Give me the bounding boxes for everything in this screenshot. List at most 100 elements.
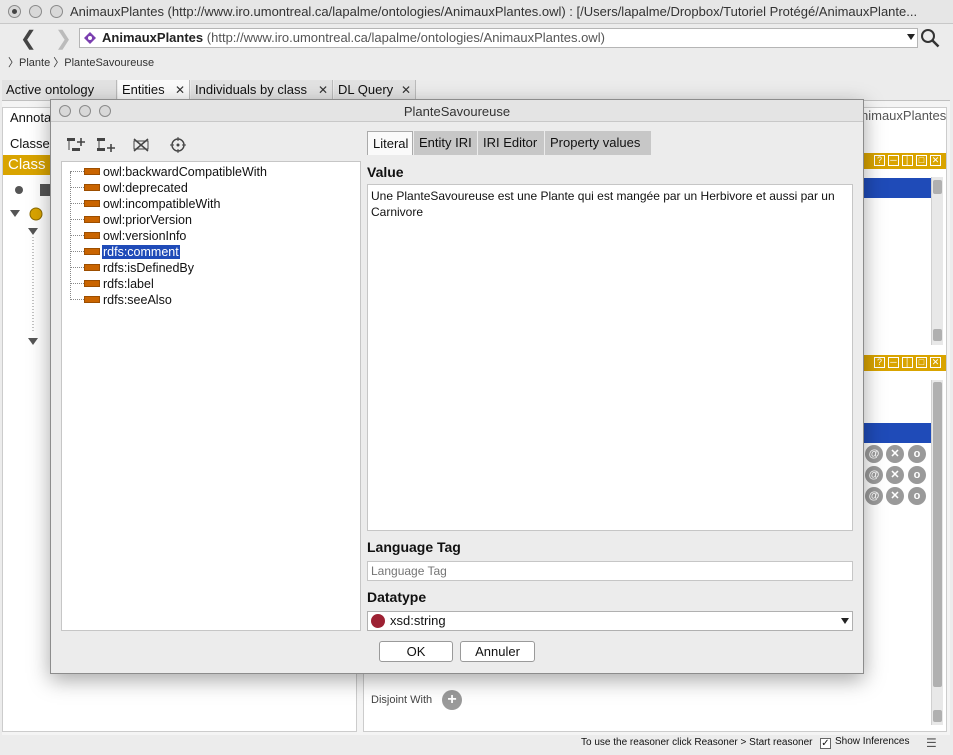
class-tree-fragment	[10, 207, 43, 345]
dialog-title: PlanteSavoureuse	[403, 104, 511, 119]
class-panel-header: Class	[3, 155, 53, 175]
float-icon[interactable]: □	[916, 155, 927, 166]
add-sibling-property-icon[interactable]	[95, 136, 117, 154]
tab-iri-editor[interactable]: IRI Editor	[478, 131, 544, 155]
tab-label: DL Query	[338, 82, 394, 97]
annotation-property-icon	[84, 280, 100, 287]
chevron-down-icon[interactable]	[841, 618, 849, 624]
annotation-property-icon	[84, 216, 100, 223]
property-label: owl:versionInfo	[103, 229, 187, 243]
target-icon[interactable]	[167, 136, 189, 154]
window-zoom-button[interactable]	[50, 5, 63, 18]
help-icon[interactable]: ?	[874, 357, 885, 368]
help-icon[interactable]: ?	[874, 155, 885, 166]
property-item-seealso[interactable]: rdfs:seeAlso	[70, 292, 173, 308]
annotations-tab-label[interactable]: Annota	[10, 110, 51, 125]
close-icon[interactable]: ✕	[930, 357, 941, 368]
split-horizontal-icon[interactable]: ─	[888, 155, 899, 166]
address-dropdown-icon[interactable]	[907, 34, 915, 40]
annotation-property-icon	[84, 264, 100, 271]
close-icon[interactable]: ✕	[318, 80, 328, 100]
tab-property-values[interactable]: Property values	[545, 131, 651, 155]
edit-icon[interactable]: o	[908, 487, 926, 505]
delete-icon[interactable]: ✕	[886, 445, 904, 463]
ontology-name-label: nimauxPlantes	[861, 108, 947, 123]
window-minimize-button[interactable]	[29, 5, 42, 18]
value-textarea[interactable]: Une PlanteSavoureuse est une Plante qui …	[367, 184, 853, 531]
language-tag-input[interactable]	[367, 561, 853, 581]
annotation-property-icon	[84, 232, 100, 239]
annotations-scrollbar[interactable]	[931, 177, 943, 345]
annotate-icon[interactable]: @	[865, 445, 883, 463]
property-item-deprecated[interactable]: owl:deprecated	[70, 180, 189, 196]
add-disjoint-icon[interactable]: +	[442, 690, 462, 710]
tab-dl-query[interactable]: DL Query ✕	[334, 80, 416, 100]
close-icon[interactable]: ✕	[401, 80, 411, 100]
property-label: rdfs:label	[103, 277, 154, 291]
annotation-property-icon	[84, 200, 100, 207]
property-item-incompatiblewith[interactable]: owl:incompatibleWith	[70, 196, 221, 212]
tab-literal[interactable]: Literal	[367, 131, 413, 155]
breadcrumb-separator-icon: 〉	[8, 57, 19, 69]
tab-active-ontology[interactable]: Active ontology	[2, 80, 117, 100]
disjoint-with-label: Disjoint With	[371, 694, 433, 706]
property-item-comment[interactable]: rdfs:comment	[70, 244, 181, 260]
ok-button[interactable]: OK	[379, 641, 453, 662]
property-label: owl:deprecated	[103, 181, 188, 195]
classes-tab-label[interactable]: Classe	[10, 136, 50, 151]
breadcrumb-item-plantesavoureuse[interactable]: PlanteSavoureuse	[64, 57, 154, 69]
property-item-versioninfo[interactable]: owl:versionInfo	[70, 228, 187, 244]
property-item-label[interactable]: rdfs:label	[70, 276, 155, 292]
float-icon[interactable]: □	[916, 357, 927, 368]
hierarchy-toolbar-icons	[15, 184, 50, 196]
split-vertical-icon[interactable]: │	[902, 155, 913, 166]
address-entity-name: AnimauxPlantes	[102, 30, 204, 45]
tab-label: Entities	[122, 82, 165, 97]
tab-individuals-by-class[interactable]: Individuals by class ✕	[191, 80, 333, 100]
forward-arrow-icon[interactable]: ❯	[55, 26, 72, 51]
edit-icon[interactable]: o	[908, 466, 926, 484]
breadcrumb-item-plante[interactable]: Plante	[19, 57, 50, 69]
window-close-button[interactable]	[8, 5, 21, 18]
property-label: owl:backwardCompatibleWith	[103, 165, 267, 179]
edit-icon[interactable]: o	[908, 445, 926, 463]
window-title: AnimauxPlantes (http://www.iro.umontreal…	[70, 4, 918, 19]
add-subproperty-icon[interactable]	[65, 136, 87, 154]
annotate-icon[interactable]: @	[865, 466, 883, 484]
annotation-property-icon	[84, 168, 100, 175]
back-arrow-icon[interactable]: ❮	[20, 26, 37, 51]
property-item-isdefinedby[interactable]: rdfs:isDefinedBy	[70, 260, 195, 276]
cancel-button[interactable]: Annuler	[460, 641, 535, 662]
delete-icon[interactable]: ✕	[886, 487, 904, 505]
property-label: owl:priorVersion	[103, 213, 192, 227]
tab-entity-iri[interactable]: Entity IRI	[414, 131, 477, 155]
close-icon[interactable]: ✕	[175, 80, 185, 100]
property-label: rdfs:isDefinedBy	[103, 261, 195, 275]
entity-address-field[interactable]: AnimauxPlantes (http://www.iro.umontreal…	[79, 28, 918, 48]
reasoner-status: To use the reasoner click Reasoner > Sta…	[581, 737, 813, 748]
tab-entities[interactable]: Entities ✕	[118, 80, 190, 100]
show-inferences-toggle[interactable]: ✓ Show Inferences	[820, 736, 910, 749]
split-vertical-icon[interactable]: │	[902, 357, 913, 368]
split-horizontal-icon[interactable]: ─	[888, 357, 899, 368]
property-item-backwardcompatiblewith[interactable]: owl:backwardCompatibleWith	[70, 164, 268, 180]
selected-description-row[interactable]	[864, 423, 931, 443]
class-diamond-icon	[84, 32, 96, 44]
selected-annotation-row[interactable]	[864, 178, 931, 198]
address-entity-iri: (http://www.iro.umontreal.ca/lapalme/ont…	[206, 30, 605, 45]
datatype-select[interactable]: xsd:string	[367, 611, 853, 631]
annotate-icon[interactable]: @	[865, 487, 883, 505]
property-item-priorversion[interactable]: owl:priorVersion	[70, 212, 193, 228]
property-label: owl:incompatibleWith	[103, 197, 221, 211]
literal-editor: Value Une PlanteSavoureuse est une Plant…	[367, 155, 855, 647]
description-scrollbar[interactable]	[931, 380, 943, 725]
tab-label: Individuals by class	[195, 82, 307, 97]
delete-icon[interactable]: ✕	[886, 466, 904, 484]
show-inferences-checkbox[interactable]: ✓	[820, 738, 831, 749]
close-icon[interactable]: ✕	[930, 155, 941, 166]
list-icon[interactable]: ☰	[926, 736, 937, 750]
breadcrumb-separator-icon: 〉	[53, 57, 65, 69]
search-icon[interactable]	[920, 28, 940, 48]
delete-property-icon[interactable]	[131, 136, 153, 154]
breadcrumb: 〉Plante 〉PlanteSavoureuse	[8, 54, 154, 70]
